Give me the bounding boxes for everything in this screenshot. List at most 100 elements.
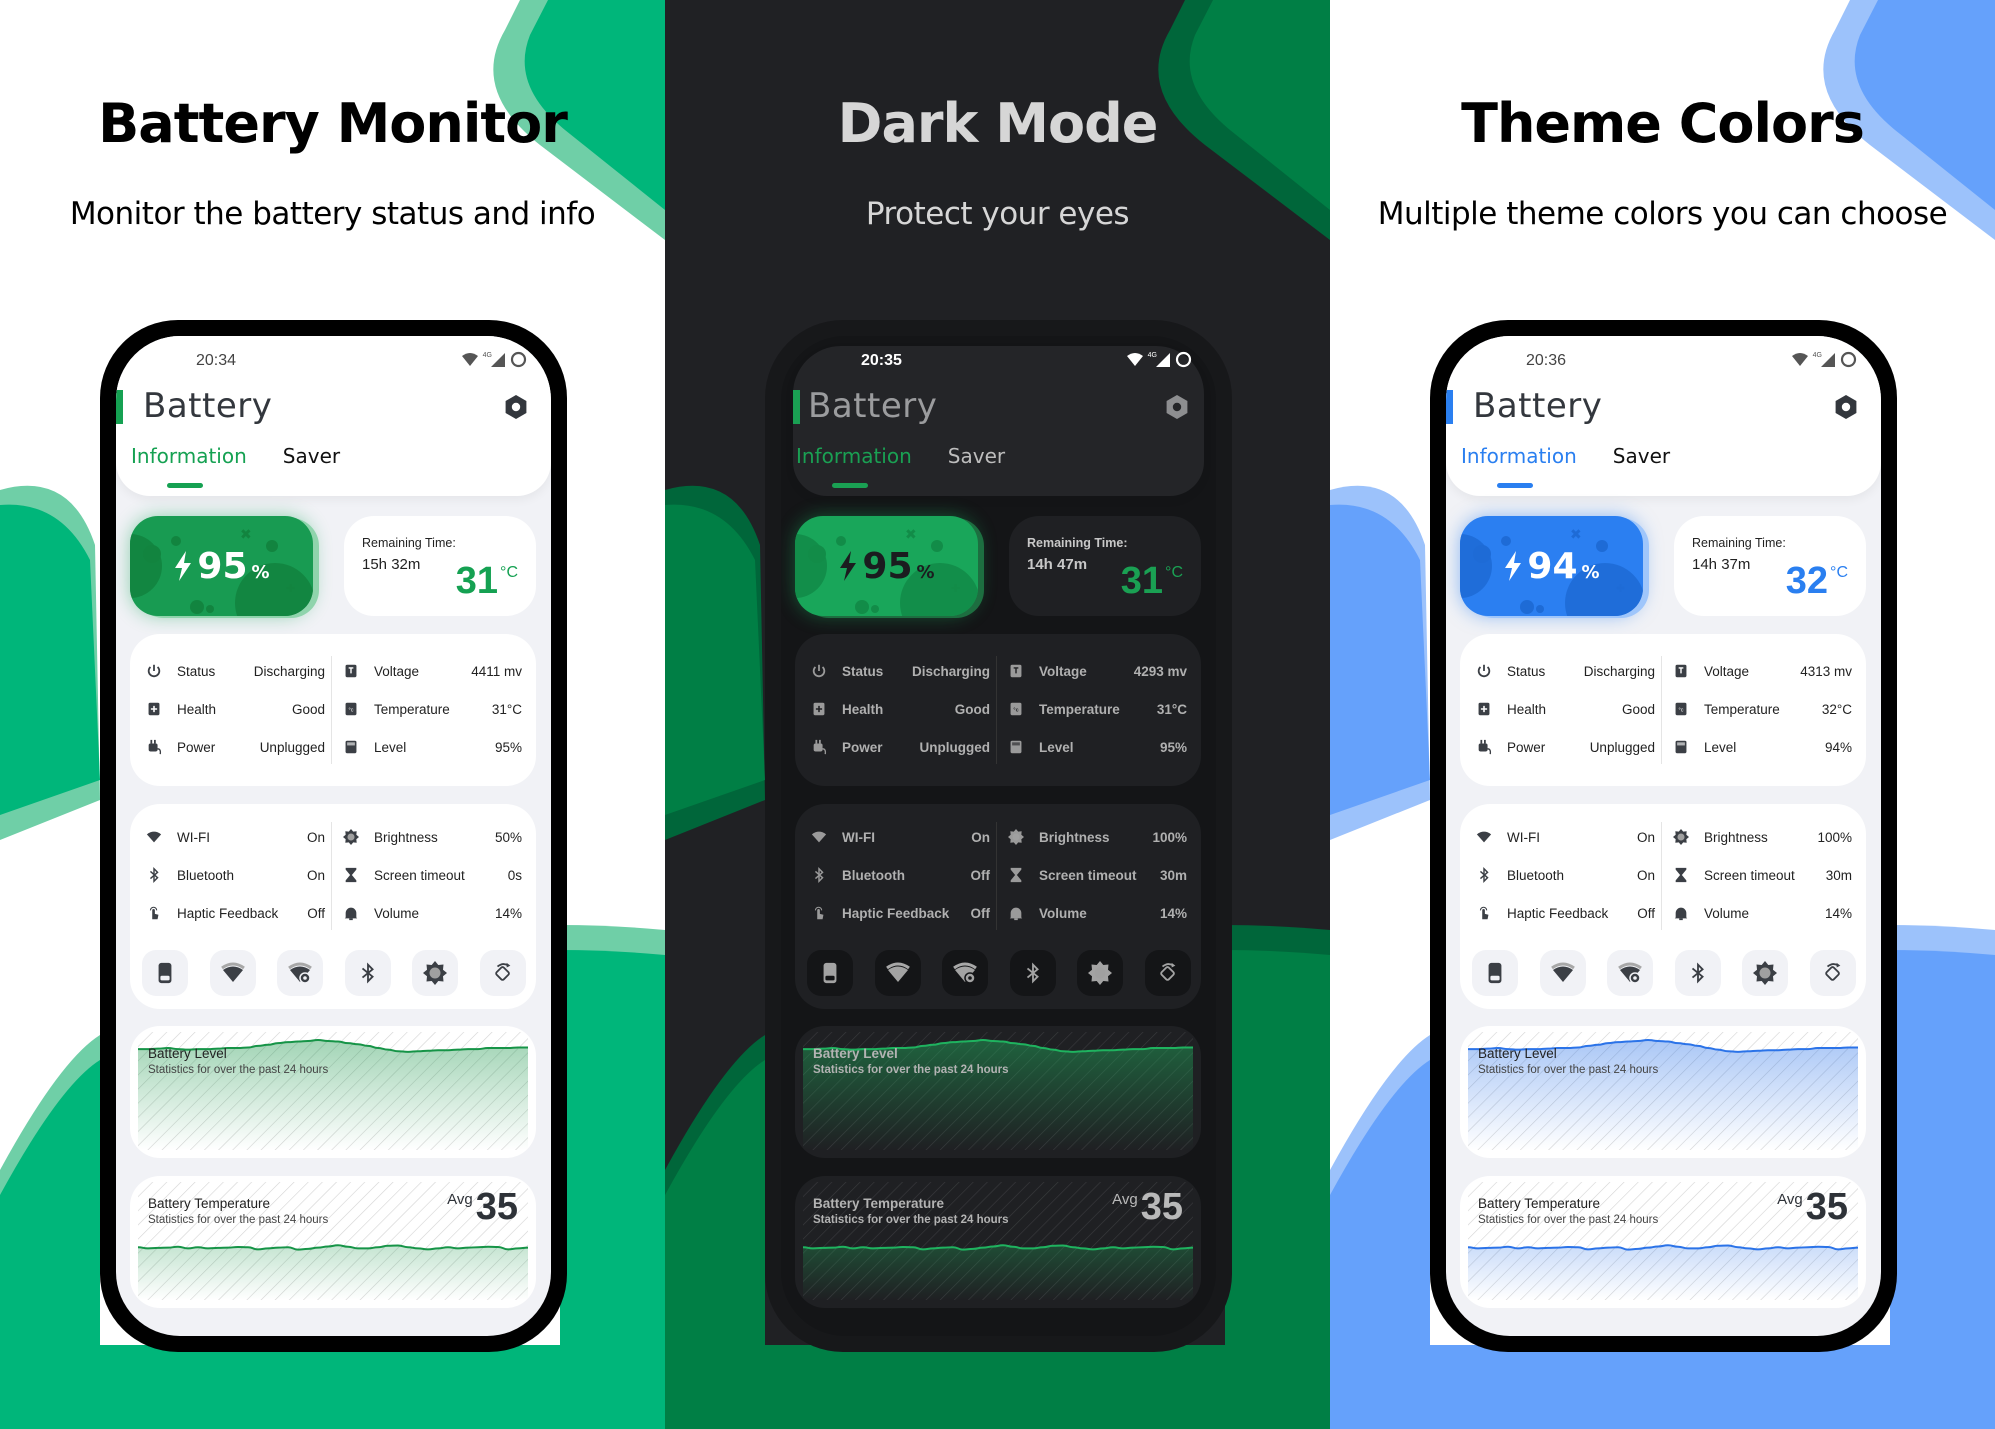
row-value: 14% [1824, 905, 1852, 921]
settings-row-haptic-feedback[interactable]: Haptic Feedback Off [145, 904, 325, 922]
thermometer-icon: °c [1007, 700, 1025, 718]
status-icons: 4G [1791, 351, 1857, 368]
row-label: Status [1507, 663, 1546, 679]
info-row-health: Health Good [1475, 700, 1655, 718]
battery-temperature-chart-card: Battery Temperature Statistics for over … [795, 1176, 1201, 1308]
chart-title: Battery Level [1478, 1046, 1557, 1061]
tab-information[interactable]: Information [1461, 444, 1577, 488]
info-row-level: Level 94% [1672, 738, 1852, 756]
settings-row-brightness[interactable]: Brightness 50% [342, 828, 522, 846]
percent-sign: % [916, 561, 935, 583]
settings-row-screen-timeout[interactable]: Screen timeout 30m [1007, 866, 1187, 884]
row-label: Power [1507, 739, 1546, 755]
percent-sign: % [1581, 561, 1600, 583]
row-value: On [1636, 867, 1655, 883]
settings-row-volume[interactable]: Volume 14% [342, 904, 522, 922]
tab-saver[interactable]: Saver [948, 444, 1005, 468]
settings-row-bluetooth[interactable]: Bluetooth Off [810, 866, 990, 884]
settings-row-brightness[interactable]: Brightness 100% [1672, 828, 1852, 846]
settings-row-haptic-feedback[interactable]: Haptic Feedback Off [1475, 904, 1655, 922]
tab-saver[interactable]: Saver [1613, 444, 1670, 468]
battery-percentage: 95% [130, 516, 313, 616]
settings-row-brightness[interactable]: Brightness 100% [1007, 828, 1187, 846]
battery-level-tile[interactable]: ✖ ✚ 95% [795, 516, 978, 616]
quick-toggle-wifi[interactable] [209, 950, 256, 996]
tab-label: Saver [947, 444, 1006, 468]
auto-rotate-icon [1157, 962, 1179, 984]
row-label: Power [177, 739, 216, 755]
settings-gear-icon[interactable] [1833, 394, 1859, 420]
tab-information[interactable]: Information [131, 444, 247, 488]
quick-toggle-wifi[interactable] [874, 950, 921, 996]
avg-label: Avg [1777, 1191, 1803, 1208]
battery-level-tile[interactable]: ✖ ✚ 95% [130, 516, 313, 616]
row-value: Discharging [1583, 663, 1655, 679]
settings-row-volume[interactable]: Volume 14% [1672, 904, 1852, 922]
quick-toggle-auto-rotate[interactable] [1144, 950, 1191, 996]
quick-toggle-battery-saver[interactable] [807, 950, 853, 996]
settings-row-volume[interactable]: Volume 14% [1007, 904, 1187, 922]
battery-percentage: 94% [1460, 516, 1643, 616]
battery-level-tile[interactable]: ✖ ✚ 94% [1460, 516, 1643, 616]
temperature-value: 32 [1785, 560, 1829, 602]
settings-row-wi-fi[interactable]: WI-FI On [810, 828, 990, 846]
quick-toggle-wifi-settings[interactable] [1607, 950, 1654, 996]
quick-toggle-brightness[interactable] [412, 950, 459, 996]
quick-toggle-battery-saver[interactable] [142, 950, 188, 996]
quick-toggle-brightness[interactable] [1077, 950, 1124, 996]
device-settings-card: WI-FI On Bluetooth On Haptic Feedback Off Brig… [1460, 804, 1866, 1009]
tab-label: Saver [282, 444, 341, 468]
quick-toggle-bluetooth[interactable] [344, 950, 391, 996]
remaining-time-label: Remaining Time: [1692, 536, 1786, 550]
settings-gear-icon[interactable] [503, 394, 529, 420]
row-value: 0s [507, 867, 522, 883]
wifi-signal-icon [1126, 353, 1143, 366]
quick-toggle-brightness[interactable] [1742, 950, 1789, 996]
settings-gear-icon[interactable] [1164, 394, 1190, 420]
quick-toggle-bluetooth[interactable] [1674, 950, 1721, 996]
battery-percentage: 95% [795, 516, 978, 616]
app-header: 20:36 4G Battery Information Saver [1446, 336, 1881, 496]
settings-row-bluetooth[interactable]: Bluetooth On [1475, 866, 1655, 884]
tab-information[interactable]: Information [796, 444, 912, 488]
column-divider [1661, 822, 1662, 930]
info-row-voltage: Voltage 4411 mv [342, 662, 522, 680]
settings-row-screen-timeout[interactable]: Screen timeout 0s [342, 866, 522, 884]
quick-toggle-auto-rotate[interactable] [479, 950, 526, 996]
temperature-unit: °C [1165, 564, 1183, 581]
quick-toggle-bluetooth[interactable] [1009, 950, 1056, 996]
row-value: 31°C [1156, 701, 1187, 717]
battery-ring-icon [1175, 351, 1192, 368]
row-label: Brightness [1704, 829, 1768, 845]
row-label: Voltage [1704, 663, 1750, 679]
column-divider [331, 656, 332, 764]
settings-row-haptic-feedback[interactable]: Haptic Feedback Off [810, 904, 990, 922]
row-label: Brightness [374, 829, 438, 845]
settings-row-screen-timeout[interactable]: Screen timeout 30m [1672, 866, 1852, 884]
battery-ring-icon [1840, 351, 1857, 368]
settings-row-wi-fi[interactable]: WI-FI On [145, 828, 325, 846]
voltage-icon [1007, 662, 1025, 680]
power-icon [810, 662, 828, 680]
power-icon [1475, 662, 1493, 680]
lower-right-wave-inner [1225, 950, 1330, 1429]
settings-row-wi-fi[interactable]: WI-FI On [1475, 828, 1655, 846]
quick-toggle-auto-rotate[interactable] [1809, 950, 1856, 996]
quick-toggle-battery-saver[interactable] [1472, 950, 1518, 996]
settings-row-bluetooth[interactable]: Bluetooth On [145, 866, 325, 884]
quick-toggle-wifi-settings[interactable] [942, 950, 989, 996]
quick-toggle-wifi[interactable] [1539, 950, 1586, 996]
wifi-icon [1475, 828, 1493, 846]
row-value: Discharging [911, 663, 990, 679]
svg-text:°c: °c [1013, 707, 1018, 713]
row-label: Screen timeout [1704, 867, 1795, 883]
quick-toggle-wifi-settings[interactable] [277, 950, 324, 996]
row-value: 32°C [1821, 701, 1852, 717]
quick-toggle-row [142, 950, 526, 996]
brightness-icon [1672, 828, 1690, 846]
brightness-icon [423, 961, 448, 985]
chart-title: Battery Level [148, 1046, 227, 1061]
hourglass-icon [1672, 866, 1690, 884]
remaining-time-card: Remaining Time: 14h 37m 32 °C [1674, 516, 1866, 616]
tab-saver[interactable]: Saver [283, 444, 340, 468]
